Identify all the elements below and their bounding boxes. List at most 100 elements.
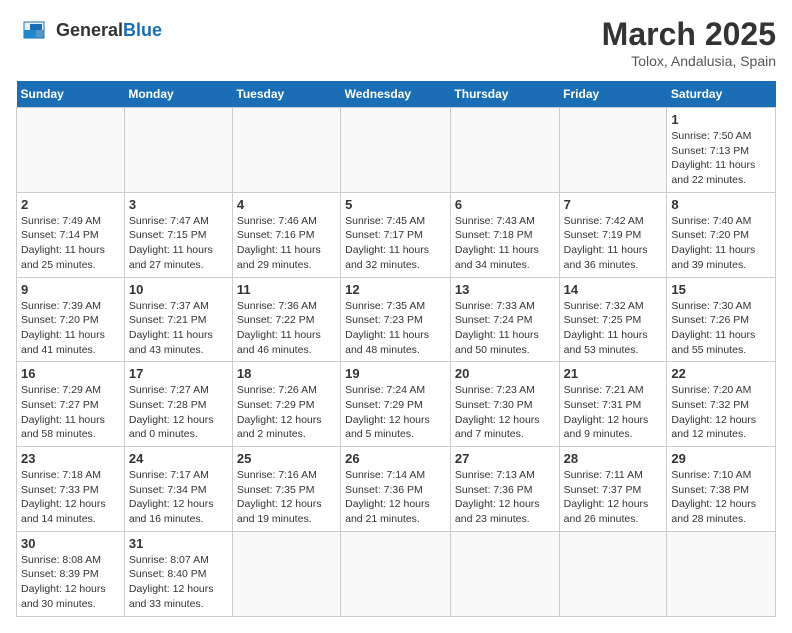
logo-icon — [16, 16, 52, 44]
day-info: Sunrise: 7:33 AM Sunset: 7:24 PM Dayligh… — [455, 299, 555, 358]
calendar-cell — [559, 108, 667, 193]
calendar-cell — [341, 108, 451, 193]
day-info: Sunrise: 7:26 AM Sunset: 7:29 PM Dayligh… — [237, 383, 336, 442]
day-info: Sunrise: 7:32 AM Sunset: 7:25 PM Dayligh… — [564, 299, 663, 358]
day-number: 28 — [564, 451, 663, 466]
calendar-cell — [232, 108, 340, 193]
day-info: Sunrise: 7:47 AM Sunset: 7:15 PM Dayligh… — [129, 214, 228, 273]
day-number: 10 — [129, 282, 228, 297]
day-info: Sunrise: 7:40 AM Sunset: 7:20 PM Dayligh… — [671, 214, 771, 273]
day-number: 7 — [564, 197, 663, 212]
calendar-cell — [341, 531, 451, 616]
calendar-cell: 7 Sunrise: 7:42 AM Sunset: 7:19 PM Daylig… — [559, 192, 667, 277]
weekday-header: Tuesday — [232, 81, 340, 108]
day-info: Sunrise: 7:18 AM Sunset: 7:33 PM Dayligh… — [21, 468, 120, 527]
calendar-cell: 13 Sunrise: 7:33 AM Sunset: 7:24 PM Dayli… — [450, 277, 559, 362]
day-info: Sunrise: 7:27 AM Sunset: 7:28 PM Dayligh… — [129, 383, 228, 442]
day-number: 20 — [455, 366, 555, 381]
calendar-cell: 29Sunrise: 7:10 AM Sunset: 7:38 PM Dayli… — [667, 447, 776, 532]
day-info: Sunrise: 7:30 AM Sunset: 7:26 PM Dayligh… — [671, 299, 771, 358]
location-subtitle: Tolox, Andalusia, Spain — [602, 53, 776, 69]
calendar-cell — [667, 531, 776, 616]
calendar-cell: 20 Sunrise: 7:23 AM Sunset: 7:30 PM Dayli… — [450, 362, 559, 447]
logo: GeneralBlue — [16, 16, 162, 44]
day-number: 2 — [21, 197, 120, 212]
day-number: 3 — [129, 197, 228, 212]
calendar-cell: 14 Sunrise: 7:32 AM Sunset: 7:25 PM Dayli… — [559, 277, 667, 362]
day-info: Sunrise: 7:39 AM Sunset: 7:20 PM Dayligh… — [21, 299, 120, 358]
calendar-cell: 16 Sunrise: 7:29 AM Sunset: 7:27 PM Dayli… — [17, 362, 125, 447]
calendar-cell: 3 Sunrise: 7:47 AM Sunset: 7:15 PM Daylig… — [124, 192, 232, 277]
weekday-header: Monday — [124, 81, 232, 108]
calendar-cell: 9 Sunrise: 7:39 AM Sunset: 7:20 PM Daylig… — [17, 277, 125, 362]
day-number: 23 — [21, 451, 120, 466]
calendar-cell: 24Sunrise: 7:17 AM Sunset: 7:34 PM Dayli… — [124, 447, 232, 532]
calendar-cell: 18 Sunrise: 7:26 AM Sunset: 7:29 PM Dayli… — [232, 362, 340, 447]
day-number: 26 — [345, 451, 446, 466]
calendar-cell: 30Sunrise: 8:08 AM Sunset: 8:39 PM Dayli… — [17, 531, 125, 616]
day-number: 13 — [455, 282, 555, 297]
calendar-cell — [232, 531, 340, 616]
day-number: 16 — [21, 366, 120, 381]
day-info: Sunrise: 7:36 AM Sunset: 7:22 PM Dayligh… — [237, 299, 336, 358]
day-number: 17 — [129, 366, 228, 381]
calendar-cell: 11Sunrise: 7:36 AM Sunset: 7:22 PM Dayli… — [232, 277, 340, 362]
calendar-cell: 28 Sunrise: 7:11 AM Sunset: 7:37 PM Dayli… — [559, 447, 667, 532]
day-info: Sunrise: 7:46 AM Sunset: 7:16 PM Dayligh… — [237, 214, 336, 273]
calendar-cell: 6Sunrise: 7:43 AM Sunset: 7:18 PM Daylig… — [450, 192, 559, 277]
day-number: 25 — [237, 451, 336, 466]
calendar-week-row: 1Sunrise: 7:50 AM Sunset: 7:13 PM Daylig… — [17, 108, 776, 193]
weekday-header: Saturday — [667, 81, 776, 108]
day-info: Sunrise: 7:29 AM Sunset: 7:27 PM Dayligh… — [21, 383, 120, 442]
calendar-cell: 31Sunrise: 8:07 AM Sunset: 8:40 PM Dayli… — [124, 531, 232, 616]
calendar-cell: 5Sunrise: 7:45 AM Sunset: 7:17 PM Daylig… — [341, 192, 451, 277]
calendar-cell: 1Sunrise: 7:50 AM Sunset: 7:13 PM Daylig… — [667, 108, 776, 193]
calendar-cell: 17 Sunrise: 7:27 AM Sunset: 7:28 PM Dayli… — [124, 362, 232, 447]
calendar-cell: 23 Sunrise: 7:18 AM Sunset: 7:33 PM Dayli… — [17, 447, 125, 532]
day-number: 9 — [21, 282, 120, 297]
day-number: 21 — [564, 366, 663, 381]
day-info: Sunrise: 7:20 AM Sunset: 7:32 PM Dayligh… — [671, 383, 771, 442]
title-block: March 2025 Tolox, Andalusia, Spain — [602, 16, 776, 69]
day-info: Sunrise: 7:21 AM Sunset: 7:31 PM Dayligh… — [564, 383, 663, 442]
day-number: 22 — [671, 366, 771, 381]
calendar-cell: 27 Sunrise: 7:13 AM Sunset: 7:36 PM Dayli… — [450, 447, 559, 532]
calendar-cell: 26 Sunrise: 7:14 AM Sunset: 7:36 PM Dayli… — [341, 447, 451, 532]
calendar-cell: 10Sunrise: 7:37 AM Sunset: 7:21 PM Dayli… — [124, 277, 232, 362]
calendar-table: SundayMondayTuesdayWednesdayThursdayFrid… — [16, 81, 776, 617]
day-number: 14 — [564, 282, 663, 297]
day-info: Sunrise: 7:42 AM Sunset: 7:19 PM Dayligh… — [564, 214, 663, 273]
day-number: 27 — [455, 451, 555, 466]
month-title: March 2025 — [602, 16, 776, 53]
day-info: Sunrise: 7:23 AM Sunset: 7:30 PM Dayligh… — [455, 383, 555, 442]
calendar-cell — [17, 108, 125, 193]
day-number: 12 — [345, 282, 446, 297]
calendar-cell — [450, 531, 559, 616]
day-info: Sunrise: 8:07 AM Sunset: 8:40 PM Dayligh… — [129, 553, 228, 612]
day-info: Sunrise: 7:14 AM Sunset: 7:36 PM Dayligh… — [345, 468, 446, 527]
day-info: Sunrise: 7:49 AM Sunset: 7:14 PM Dayligh… — [21, 214, 120, 273]
calendar-cell: 15Sunrise: 7:30 AM Sunset: 7:26 PM Dayli… — [667, 277, 776, 362]
day-info: Sunrise: 7:11 AM Sunset: 7:37 PM Dayligh… — [564, 468, 663, 527]
calendar-header: SundayMondayTuesdayWednesdayThursdayFrid… — [17, 81, 776, 108]
day-number: 18 — [237, 366, 336, 381]
page-header: GeneralBlue March 2025 Tolox, Andalusia,… — [16, 16, 776, 69]
day-info: Sunrise: 7:24 AM Sunset: 7:29 PM Dayligh… — [345, 383, 446, 442]
day-info: Sunrise: 7:50 AM Sunset: 7:13 PM Dayligh… — [671, 129, 771, 188]
calendar-cell — [559, 531, 667, 616]
day-info: Sunrise: 7:43 AM Sunset: 7:18 PM Dayligh… — [455, 214, 555, 273]
calendar-cell: 19 Sunrise: 7:24 AM Sunset: 7:29 PM Dayli… — [341, 362, 451, 447]
calendar-week-row: 2 Sunrise: 7:49 AM Sunset: 7:14 PM Daylig… — [17, 192, 776, 277]
day-number: 19 — [345, 366, 446, 381]
day-number: 24 — [129, 451, 228, 466]
weekday-header: Wednesday — [341, 81, 451, 108]
calendar-week-row: 9 Sunrise: 7:39 AM Sunset: 7:20 PM Daylig… — [17, 277, 776, 362]
calendar-week-row: 16 Sunrise: 7:29 AM Sunset: 7:27 PM Dayli… — [17, 362, 776, 447]
logo-text: GeneralBlue — [56, 20, 162, 41]
day-info: Sunrise: 8:08 AM Sunset: 8:39 PM Dayligh… — [21, 553, 120, 612]
day-info: Sunrise: 7:13 AM Sunset: 7:36 PM Dayligh… — [455, 468, 555, 527]
calendar-cell: 12 Sunrise: 7:35 AM Sunset: 7:23 PM Dayli… — [341, 277, 451, 362]
calendar-cell: 22 Sunrise: 7:20 AM Sunset: 7:32 PM Dayli… — [667, 362, 776, 447]
day-info: Sunrise: 7:35 AM Sunset: 7:23 PM Dayligh… — [345, 299, 446, 358]
calendar-cell — [450, 108, 559, 193]
